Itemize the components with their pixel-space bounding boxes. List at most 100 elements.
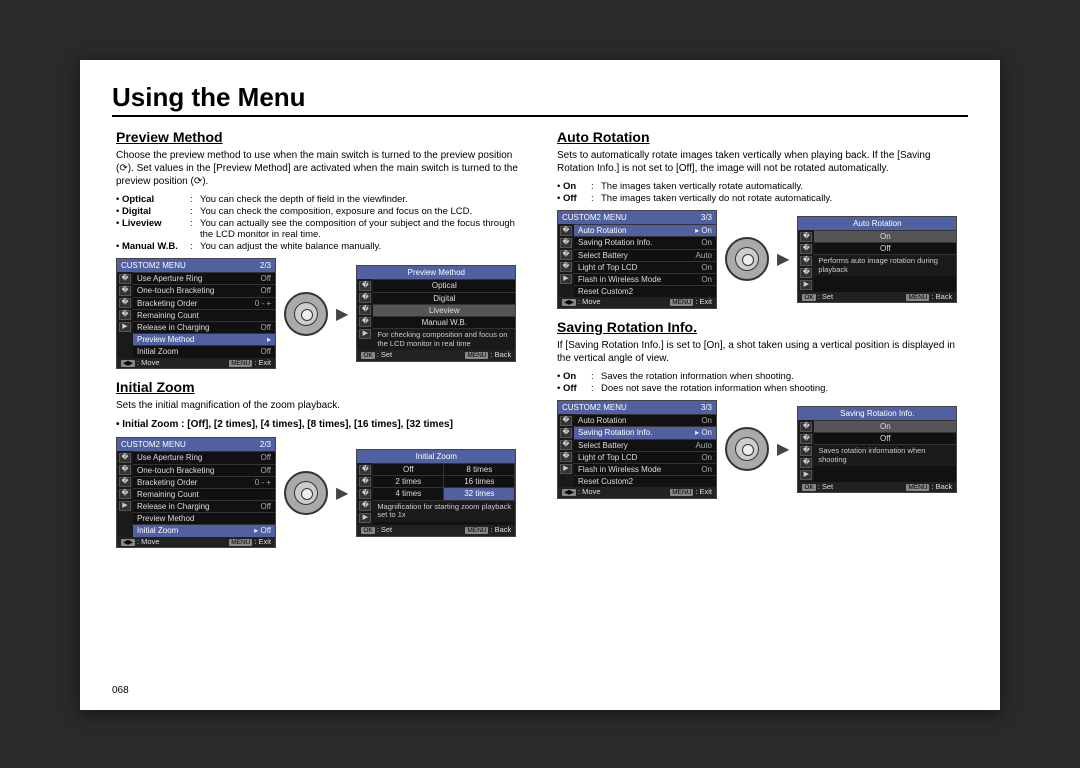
lcd-mode-tabs: ����▶ xyxy=(357,279,373,350)
section-auto-rotation-heading: Auto Rotation xyxy=(557,129,968,145)
mode-tab-icon: � xyxy=(119,477,131,487)
lcd-option-list: OnOffSaves rotation information when sho… xyxy=(814,420,956,482)
menu-row: Auto Rotation▸ On xyxy=(574,224,716,236)
lcd-footer: OK: SetMENU: Back xyxy=(798,292,956,303)
lcd-title: Auto Rotation xyxy=(798,217,956,230)
arrow-right-icon: ▶ xyxy=(336,483,348,503)
menu-row: Use Aperture RingOff xyxy=(133,451,275,463)
lcd-help-text: Performs auto image rotation during play… xyxy=(814,254,956,276)
option-row: Digital xyxy=(373,292,515,304)
menu-row: Light of Top LCDOn xyxy=(574,261,716,273)
initial-zoom-para: Sets the initial magnification of the zo… xyxy=(116,399,527,412)
mode-tab-icon: � xyxy=(800,244,812,254)
menu-row: Use Aperture RingOff xyxy=(133,272,275,284)
mode-tab-icon: � xyxy=(560,452,572,462)
mode-tab-icon: � xyxy=(800,422,812,432)
lcd-footer: OK: SetMENU: Back xyxy=(357,350,515,361)
mode-tab-icon: � xyxy=(560,226,572,236)
zoom-option-cell: 16 times xyxy=(444,475,515,487)
menu-row: Preview Method▸ xyxy=(133,333,275,345)
menu-row: Bracketing Order0 - + xyxy=(133,476,275,488)
option-row: Off xyxy=(814,242,956,254)
section-preview-method-heading: Preview Method xyxy=(116,129,527,145)
menu-row: One-touch BracketingOff xyxy=(133,284,275,296)
lcd-mode-tabs: ����▶ xyxy=(798,420,814,482)
mode-tab-icon: � xyxy=(119,453,131,463)
mode-tab-icon: ▶ xyxy=(359,513,371,523)
mode-tab-icon: � xyxy=(800,232,812,242)
page-title: Using the Menu xyxy=(112,82,968,117)
saving-rotation-screens: CUSTOM2 MENU3/3����▶Auto RotationOnSavin… xyxy=(557,400,968,499)
lcd-menu-list: Use Aperture RingOffOne-touch Bracketing… xyxy=(133,272,275,357)
preview-method-para: Choose the preview method to use when th… xyxy=(116,149,527,188)
lcd-custom2-zoom: CUSTOM2 MENU2/3����▶Use Aperture RingOff… xyxy=(116,437,276,548)
mode-tab-icon: � xyxy=(119,274,131,284)
lcd-footer: ◀▶: MoveMENU: Exit xyxy=(558,487,716,498)
mode-tab-icon: � xyxy=(800,256,812,266)
lcd-footer: ◀▶: MoveMENU: Exit xyxy=(117,358,275,369)
mode-tab-icon: � xyxy=(560,440,572,450)
lcd-preview-method-sub: Preview Method����▶OpticalDigitalLivevie… xyxy=(356,265,516,362)
mode-tab-icon: � xyxy=(800,446,812,456)
preview-method-screens: CUSTOM2 MENU2/3����▶Use Aperture RingOff… xyxy=(116,258,527,369)
mode-tab-icon: � xyxy=(800,458,812,468)
lcd-zoom-grid: Off8 times2 times16 times4 times32 times… xyxy=(373,463,515,525)
lcd-title: Saving Rotation Info. xyxy=(798,407,956,420)
lcd-saving-rotation-sub: Saving Rotation Info.����▶OnOffSaves rot… xyxy=(797,406,957,494)
right-column: Auto Rotation Sets to automatically rota… xyxy=(553,125,968,558)
mode-tab-icon: � xyxy=(560,250,572,260)
option-row: Off xyxy=(814,432,956,444)
lcd-mode-tabs: ����▶ xyxy=(798,230,814,292)
left-column: Preview Method Choose the preview method… xyxy=(112,125,527,558)
zoom-option-cell: 4 times xyxy=(373,487,444,499)
lcd-mode-tabs: ����▶ xyxy=(558,414,574,487)
mode-tab-icon: � xyxy=(359,305,371,315)
lcd-mode-tabs: ����▶ xyxy=(117,451,133,536)
mode-tab-icon: � xyxy=(359,281,371,291)
lcd-menu-list: Auto RotationOnSaving Rotation Info.▸ On… xyxy=(574,414,716,487)
dial-icon xyxy=(725,427,769,471)
lcd-title: CUSTOM2 MENU2/3 xyxy=(117,438,275,451)
lcd-initial-zoom-sub: Initial Zoom����▶Off8 times2 times16 tim… xyxy=(356,449,516,537)
dial-icon xyxy=(284,292,328,336)
initial-zoom-options-label: Initial Zoom : xyxy=(122,419,184,430)
menu-row: Reset Custom2 xyxy=(574,285,716,297)
mode-tab-icon: � xyxy=(119,286,131,296)
option-row: Liveview xyxy=(373,304,515,316)
menu-row: Remaining Count xyxy=(133,488,275,500)
initial-zoom-options-line: • Initial Zoom : [Off], [2 times], [4 ti… xyxy=(116,418,527,431)
lcd-title: CUSTOM2 MENU2/3 xyxy=(117,259,275,272)
lcd-option-list: OpticalDigitalLiveviewManual W.B.For che… xyxy=(373,279,515,350)
menu-row: Select BatteryAuto xyxy=(574,249,716,261)
saving-rotation-para: If [Saving Rotation Info.] is set to [On… xyxy=(557,339,968,365)
menu-row: Select BatteryAuto xyxy=(574,439,716,451)
mode-tab-icon: � xyxy=(119,298,131,308)
lcd-mode-tabs: � � � � ▶ xyxy=(117,272,133,357)
lcd-footer: OK: SetMENU: Back xyxy=(357,525,515,536)
mode-tab-icon: � xyxy=(119,310,131,320)
lcd-help-text: Magnification for starting zoom playback… xyxy=(373,500,515,522)
mode-tab-icon: ▶ xyxy=(560,464,572,474)
section-initial-zoom-heading: Initial Zoom xyxy=(116,379,527,395)
lcd-custom2-autorotation: CUSTOM2 MENU3/3����▶Auto Rotation▸ OnSav… xyxy=(557,210,717,309)
section-saving-rotation-heading: Saving Rotation Info. xyxy=(557,319,968,335)
mode-tab-icon: � xyxy=(800,434,812,444)
menu-row: Flash in Wireless ModeOn xyxy=(574,463,716,475)
lcd-auto-rotation-sub: Auto Rotation����▶OnOffPerforms auto ima… xyxy=(797,216,957,304)
mode-tab-icon: � xyxy=(359,465,371,475)
initial-zoom-screens: CUSTOM2 MENU2/3����▶Use Aperture RingOff… xyxy=(116,437,527,548)
menu-row: Remaining Count xyxy=(133,309,275,321)
zoom-option-cell: 2 times xyxy=(373,475,444,487)
mode-tab-icon: ▶ xyxy=(359,329,371,339)
menu-row: Preview Method xyxy=(133,512,275,524)
menu-row: Release in ChargingOff xyxy=(133,321,275,333)
mode-tab-icon: � xyxy=(359,477,371,487)
menu-row: Bracketing Order0 - + xyxy=(133,297,275,309)
menu-row: One-touch BracketingOff xyxy=(133,464,275,476)
lcd-menu-list: Use Aperture RingOffOne-touch Bracketing… xyxy=(133,451,275,536)
menu-row: Reset Custom2 xyxy=(574,475,716,487)
mode-tab-icon: ▶ xyxy=(119,322,131,332)
mode-tab-icon: ▶ xyxy=(119,501,131,511)
zoom-option-cell: 32 times xyxy=(444,487,515,499)
menu-row: Light of Top LCDOn xyxy=(574,451,716,463)
